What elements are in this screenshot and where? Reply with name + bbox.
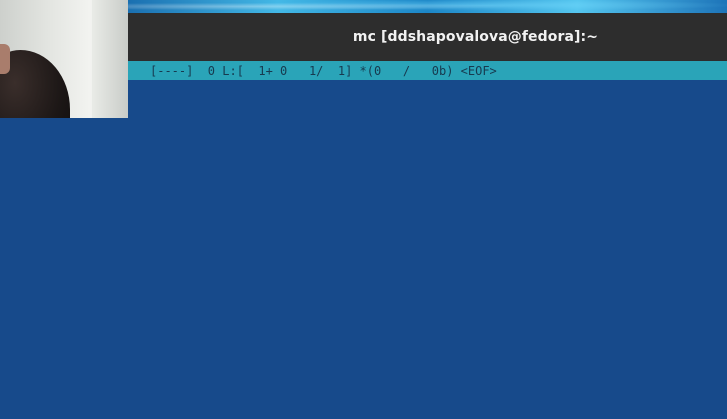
window-title: mc [ddshapovalova@fedora]:~	[352, 29, 599, 45]
webcam-overlay	[0, 0, 128, 118]
webcam-background	[92, 0, 128, 118]
editor-status-bar: [----] 0 L:[ 1+ 0 1/ 1] *(0 / 0b) <EOF>	[128, 61, 727, 80]
editor-status-text: [----] 0 L:[ 1+ 0 1/ 1] *(0 / 0b) <EOF>	[150, 63, 497, 78]
webcam-person	[0, 50, 70, 118]
desktop-wallpaper	[128, 0, 727, 13]
window-titlebar[interactable]: mc [ddshapovalova@fedora]:~	[128, 13, 727, 61]
editor-text-area[interactable]	[128, 80, 727, 419]
webcam-person-skin	[0, 44, 10, 74]
